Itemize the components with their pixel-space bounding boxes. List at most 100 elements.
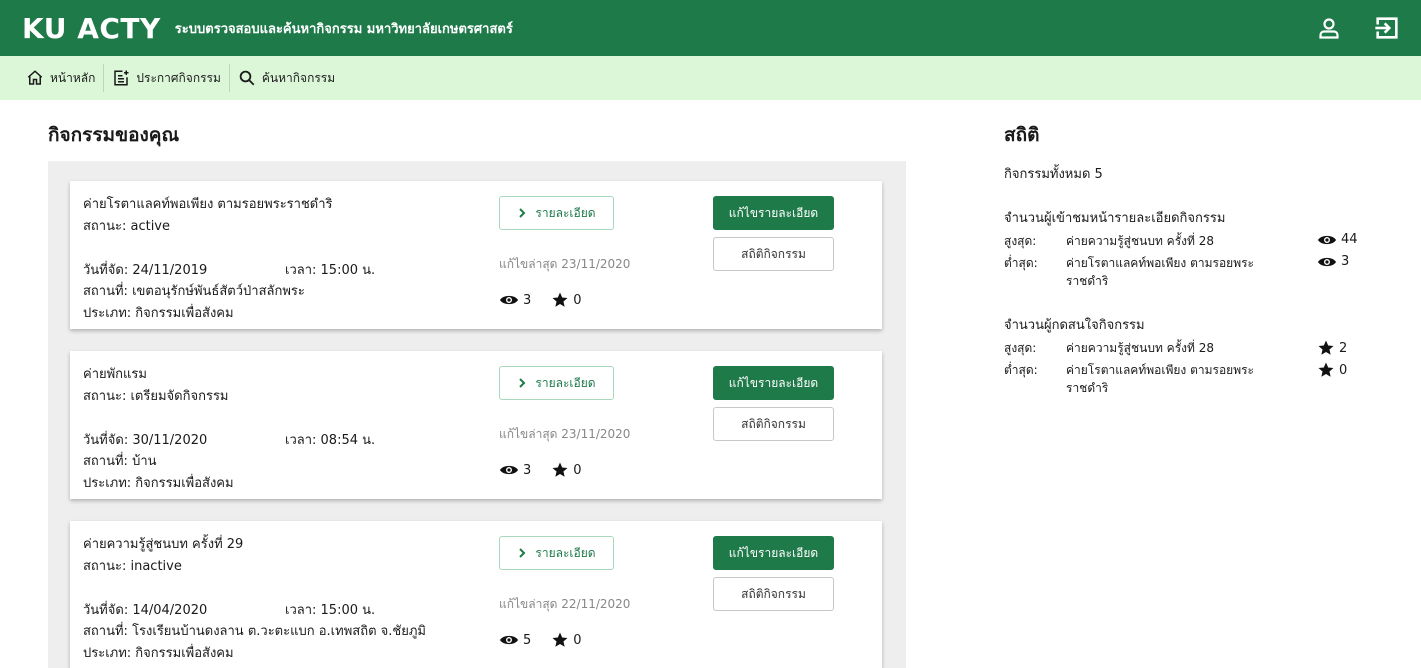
max-label: สูงสุด: — [1004, 234, 1037, 248]
view-count: 3 — [523, 462, 532, 478]
activity-counts: 3 0 — [499, 461, 582, 479]
activity-card: ค่ายความรู้สู่ชนบท ครั้งที่ 29 สถานะ: in… — [70, 521, 882, 668]
interest-max-row: สูงสุด: ค่ายความรู้สู่ชนบท ครั้งที่ 28 2 — [1004, 339, 1364, 361]
stats-total: กิจกรรมทั้งหมด 5 — [1004, 167, 1103, 182]
activity-date: วันที่จัด: 24/11/2019 — [83, 263, 208, 278]
view-count: 3 — [523, 292, 532, 308]
activity-counts: 3 0 — [499, 291, 582, 309]
activity-name: ค่ายพักแรม — [83, 367, 147, 382]
count-value: 3 — [1341, 254, 1350, 269]
activity-place: สถานที่: บ้าน — [83, 454, 157, 469]
min-label: ต่ำสุด: — [1004, 256, 1038, 270]
min-label: ต่ำสุด: — [1004, 363, 1038, 377]
max-label: สูงสุด: — [1004, 341, 1037, 355]
activity-date: วันที่จัด: 14/04/2020 — [83, 603, 208, 618]
logout-icon[interactable] — [1371, 12, 1403, 44]
interest-max-count: 2 — [1317, 339, 1347, 357]
chevron-right-icon — [519, 208, 526, 218]
chevron-right-icon — [519, 378, 526, 388]
user-icon[interactable] — [1313, 12, 1345, 44]
chevron-right-icon — [519, 548, 526, 558]
star-icon — [552, 292, 568, 307]
eye-icon — [500, 465, 518, 475]
activity-status: สถานะ: inactive — [83, 559, 182, 574]
star-count: 0 — [573, 632, 582, 648]
detail-button-label: รายละเอียด — [535, 205, 596, 220]
count-value: 0 — [1339, 362, 1348, 378]
activity-place: สถานที่: เขตอนุรักษ์พันธ์สัตว์ป่าสลักพระ — [83, 284, 305, 299]
activity-status: สถานะ: เตรียมจัดกิจกรรม — [83, 389, 229, 404]
detail-button[interactable]: รายละเอียด — [499, 366, 614, 400]
views-max-count: 44 — [1317, 232, 1358, 247]
eye-icon — [1318, 257, 1336, 266]
last-edited: แก้ไขล่าสุด 23/11/2020 — [499, 257, 631, 271]
activity-type: ประเภท: กิจกรรมเพื่อสังคม — [83, 646, 234, 661]
detail-button-label: รายละเอียด — [535, 375, 596, 390]
activity-counts: 5 0 — [499, 631, 582, 649]
activity-time: เวลา: 15:00 น. — [285, 603, 376, 618]
activity-time: เวลา: 15:00 น. — [285, 263, 376, 278]
interest-min-row: ต่ำสุด: ค่ายโรตาแลคท์พอเพียง ตามรอยพระรา… — [1004, 361, 1364, 399]
activity-name: ค่ายโรตาแลคท์พอเพียง ตามรอยพระราชดำริ — [83, 197, 333, 212]
views-min-row: ต่ำสุด: ค่ายโรตาแลคท์พอเพียง ตามรอยพระรา… — [1004, 254, 1364, 292]
last-edited: แก้ไขล่าสุด 22/11/2020 — [499, 597, 631, 611]
views-max-row: สูงสุด: ค่ายความรู้สู่ชนบท ครั้งที่ 28 4… — [1004, 232, 1364, 254]
edit-details-button[interactable]: แก้ไขรายละเอียด — [713, 196, 834, 230]
eye-icon — [1318, 235, 1336, 244]
search-icon — [239, 70, 255, 86]
views-min-count: 3 — [1317, 254, 1349, 269]
interest-stats-heading: จำนวนผู้กดสนใจกิจกรรม — [1004, 318, 1145, 333]
nav-home[interactable]: หน้าหลัก — [18, 63, 103, 93]
edit-details-button[interactable]: แก้ไขรายละเอียด — [713, 366, 834, 400]
star-icon — [552, 632, 568, 647]
eye-icon — [500, 635, 518, 645]
top-bar: KU ACTY ระบบตรวจสอบและค้นหากิจกรรม มหาวิ… — [0, 0, 1421, 56]
nav-bar: หน้าหลัก ประกาศกิจกรรม ค้นหากิจกรรม — [0, 56, 1421, 100]
views-stats: จำนวนผู้เข้าชมหน้ารายละเอียดกิจกรรม สูงส… — [1004, 207, 1364, 292]
eye-icon — [500, 295, 518, 305]
activity-place: สถานที่: โรงเรียนบ้านดงลาน ต.วะตะแบก อ.เ… — [83, 624, 426, 639]
star-count: 0 — [573, 292, 582, 308]
activity-date: วันที่จัด: 30/11/2020 — [83, 433, 208, 448]
interest-min-count: 0 — [1317, 361, 1347, 379]
activity-type: ประเภท: กิจกรรมเพื่อสังคม — [83, 306, 234, 321]
star-icon — [1318, 340, 1334, 355]
views-stats-heading: จำนวนผู้เข้าชมหน้ารายละเอียดกิจกรรม — [1004, 211, 1226, 226]
activity-name: ค่ายความรู้สู่ชนบท ครั้งที่ 29 — [83, 537, 244, 552]
activity-time: เวลา: 08:54 น. — [285, 433, 376, 448]
activity-stats-button[interactable]: สถิติกิจกรรม — [713, 577, 834, 611]
count-value: 44 — [1341, 232, 1358, 247]
activity-card: ค่ายพักแรม สถานะ: เตรียมจัดกิจกรรม วันที… — [70, 351, 882, 499]
activity-card: ค่ายโรตาแลคท์พอเพียง ตามรอยพระราชดำริ สถ… — [70, 181, 882, 329]
min-activity-name: ค่ายโรตาแลคท์พอเพียง ตามรอยพระราชดำริ — [1066, 363, 1255, 395]
nav-announce[interactable]: ประกาศกิจกรรม — [104, 63, 229, 93]
activity-status: สถานะ: active — [83, 219, 171, 234]
activity-stats-button[interactable]: สถิติกิจกรรม — [713, 237, 834, 271]
star-count: 0 — [573, 462, 582, 478]
star-icon — [552, 462, 568, 477]
max-activity-name: ค่ายความรู้สู่ชนบท ครั้งที่ 28 — [1066, 341, 1214, 355]
min-activity-name: ค่ายโรตาแลคท์พอเพียง ตามรอยพระราชดำริ — [1066, 256, 1255, 288]
interest-stats: จำนวนผู้กดสนใจกิจกรรม สูงสุด: ค่ายความรู… — [1004, 314, 1364, 399]
nav-search[interactable]: ค้นหากิจกรรม — [230, 63, 343, 93]
nav-announce-label: ประกาศกิจกรรม — [136, 70, 221, 85]
detail-button[interactable]: รายละเอียด — [499, 536, 614, 570]
detail-button[interactable]: รายละเอียด — [499, 196, 614, 230]
nav-search-label: ค้นหากิจกรรม — [261, 70, 336, 85]
count-value: 2 — [1339, 340, 1348, 356]
activity-list[interactable]: ค่ายโรตาแลคท์พอเพียง ตามรอยพระราชดำริ สถ… — [48, 161, 906, 668]
page-title: กิจกรรมของคุณ — [48, 124, 180, 146]
site-subtitle: ระบบตรวจสอบและค้นหากิจกรรม มหาวิทยาลัยเก… — [174, 21, 513, 37]
edit-details-button[interactable]: แก้ไขรายละเอียด — [713, 536, 834, 570]
activity-stats-button[interactable]: สถิติกิจกรรม — [713, 407, 834, 441]
nav-home-label: หน้าหลัก — [50, 70, 96, 85]
detail-button-label: รายละเอียด — [535, 545, 596, 560]
top-actions — [1313, 12, 1403, 44]
brand-logo[interactable]: KU ACTY — [22, 12, 161, 45]
max-activity-name: ค่ายความรู้สู่ชนบท ครั้งที่ 28 — [1066, 234, 1214, 248]
home-icon — [27, 70, 43, 85]
last-edited: แก้ไขล่าสุด 23/11/2020 — [499, 427, 631, 441]
view-count: 5 — [523, 632, 532, 648]
stats-title: สถิติ — [1004, 124, 1040, 146]
activity-type: ประเภท: กิจกรรมเพื่อสังคม — [83, 476, 234, 491]
